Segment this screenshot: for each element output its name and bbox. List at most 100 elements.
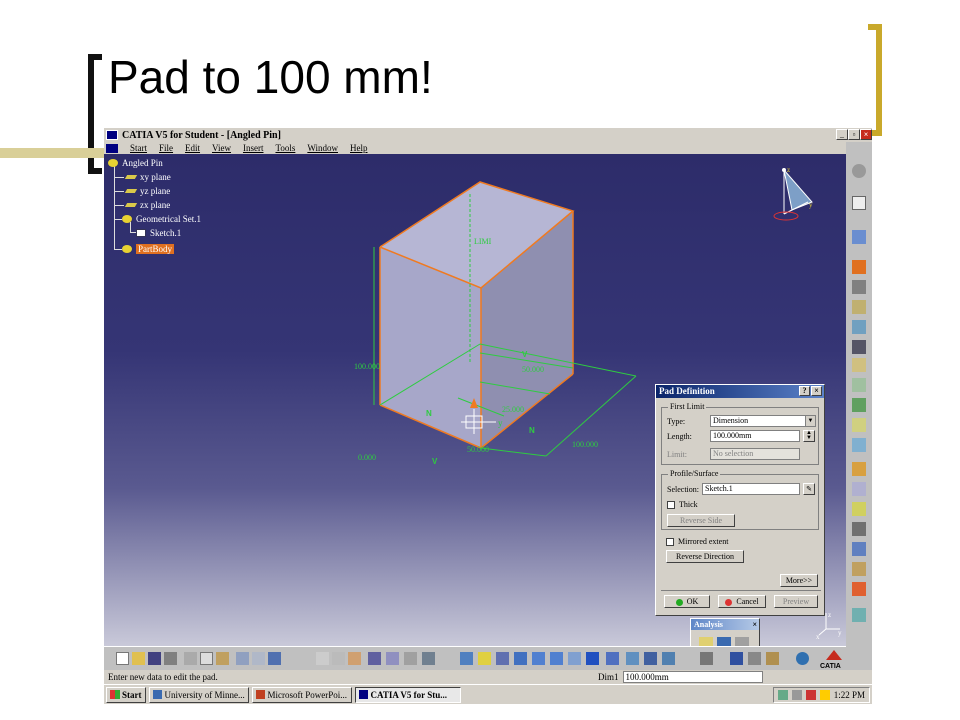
hole-icon[interactable]: [852, 340, 866, 354]
dim-origin-label[interactable]: 0.000: [358, 453, 376, 462]
more-button[interactable]: More>>: [780, 574, 818, 587]
dim-width-top-label[interactable]: 50.000: [522, 365, 544, 374]
type-dropdown[interactable]: Dimension ▼: [710, 415, 816, 427]
paste-icon[interactable]: [216, 652, 229, 665]
copy-icon[interactable]: [200, 652, 213, 665]
parameter-icon[interactable]: [348, 652, 361, 665]
menu-help[interactable]: Help: [350, 143, 368, 153]
print-icon[interactable]: [164, 652, 177, 665]
catalog-icon[interactable]: [386, 652, 399, 665]
dim-bottom-label[interactable]: 50.000: [467, 445, 489, 454]
dim-mid-label[interactable]: 25.000: [502, 405, 524, 414]
menu-tools[interactable]: Tools: [275, 143, 295, 153]
swap-visible-space-icon[interactable]: [662, 652, 675, 665]
window-titlebar[interactable]: CATIA V5 for Student - [Angled Pin] _ ▫ …: [104, 128, 872, 142]
constraint-icon[interactable]: [766, 652, 779, 665]
fit-all-icon[interactable]: [478, 652, 491, 665]
whats-this-icon[interactable]: [268, 652, 281, 665]
pocket-icon[interactable]: [852, 280, 866, 294]
sketcher-icon[interactable]: [852, 164, 866, 178]
scaling-icon[interactable]: [852, 582, 866, 596]
network-icon[interactable]: [777, 689, 788, 700]
normal-view-icon[interactable]: [568, 652, 581, 665]
groove-icon[interactable]: [852, 320, 866, 334]
select-icon[interactable]: [852, 196, 866, 210]
formula-icon[interactable]: [316, 652, 329, 665]
thickness-icon[interactable]: [852, 502, 866, 516]
dim-height-label[interactable]: 100.000: [354, 362, 380, 371]
mirrored-extent-checkbox[interactable]: [666, 538, 674, 546]
task-powerpoint[interactable]: Microsoft PowerPoi...: [251, 686, 352, 703]
close-button[interactable]: ×: [860, 129, 872, 140]
menu-start[interactable]: Start: [130, 143, 147, 153]
shell-icon[interactable]: [852, 482, 866, 496]
filter-icon[interactable]: [422, 652, 435, 665]
printer-icon[interactable]: [791, 689, 802, 700]
thick-checkbox[interactable]: [667, 501, 675, 509]
3d-viewport[interactable]: Angled Pin xy plane yz plane zx plane Ge…: [104, 154, 846, 658]
pad-icon[interactable]: [852, 260, 866, 274]
draft-icon[interactable]: [852, 462, 866, 476]
zoom-in-icon[interactable]: [532, 652, 545, 665]
document-icon[interactable]: [106, 143, 118, 153]
chevron-down-icon[interactable]: ▼: [805, 416, 815, 426]
antivirus-icon[interactable]: [805, 689, 816, 700]
dim-depth-label[interactable]: 100.000: [572, 440, 598, 449]
menu-view[interactable]: View: [212, 143, 231, 153]
maximize-button[interactable]: ▫: [848, 129, 860, 140]
save-icon[interactable]: [148, 652, 161, 665]
ok-button[interactable]: OK: [664, 595, 710, 608]
redo-icon[interactable]: [252, 652, 265, 665]
update-icon[interactable]: [748, 652, 761, 665]
material-icon[interactable]: [852, 608, 866, 622]
limit-input[interactable]: No selection: [710, 448, 800, 460]
fly-mode-icon[interactable]: [460, 652, 473, 665]
length-spinner[interactable]: ▲ ▼: [803, 430, 815, 442]
tools-icon[interactable]: [700, 652, 713, 665]
slot-icon[interactable]: [852, 378, 866, 392]
render-style-icon[interactable]: [626, 652, 639, 665]
pan-icon[interactable]: [496, 652, 509, 665]
dialog-help-button[interactable]: ?: [799, 386, 810, 396]
menu-insert[interactable]: Insert: [243, 143, 264, 153]
dim-value-input[interactable]: 100.000mm: [622, 671, 763, 683]
selection-input[interactable]: Sketch.1: [702, 483, 800, 495]
task-university-of-minnesota[interactable]: University of Minne...: [148, 686, 249, 703]
new-file-icon[interactable]: [116, 652, 129, 665]
compass-icon[interactable]: z y: [768, 162, 822, 232]
analysis-titlebar[interactable]: Analysis ×: [691, 619, 759, 630]
zoom-out-icon[interactable]: [550, 652, 563, 665]
rotate-icon[interactable]: [514, 652, 527, 665]
undo-icon[interactable]: [236, 652, 249, 665]
sketch-icon[interactable]: [852, 230, 866, 244]
dialog-close-button[interactable]: ×: [811, 386, 822, 396]
measure-icon[interactable]: [404, 652, 417, 665]
knowledge-icon[interactable]: [332, 652, 345, 665]
mirror-icon[interactable]: [852, 542, 866, 556]
clock[interactable]: 1:22 PM: [834, 690, 865, 700]
minimize-button[interactable]: _: [836, 129, 848, 140]
catia-web-icon[interactable]: [796, 652, 809, 665]
pattern-icon[interactable]: [852, 562, 866, 576]
menu-window[interactable]: Window: [307, 143, 338, 153]
reverse-direction-button[interactable]: Reverse Direction: [666, 550, 744, 563]
reverse-side-button[interactable]: Reverse Side: [667, 514, 735, 527]
start-button[interactable]: Start: [106, 686, 146, 703]
volume-icon[interactable]: [819, 689, 830, 700]
cut-icon[interactable]: [184, 652, 197, 665]
dialog-titlebar[interactable]: Pad Definition ? ×: [656, 385, 824, 398]
sketch-edit-icon[interactable]: ✎: [803, 483, 815, 495]
table-icon[interactable]: [368, 652, 381, 665]
shaft-icon[interactable]: [852, 300, 866, 314]
rib-icon[interactable]: [852, 358, 866, 372]
hide-show-icon[interactable]: [644, 652, 657, 665]
sketch-analysis-icon[interactable]: [730, 652, 743, 665]
analysis-close-icon[interactable]: ×: [752, 619, 757, 630]
menu-edit[interactable]: Edit: [185, 143, 200, 153]
isometric-view-icon[interactable]: [606, 652, 619, 665]
loft-icon[interactable]: [852, 398, 866, 412]
preview-button[interactable]: Preview: [774, 595, 818, 608]
menu-file[interactable]: File: [159, 143, 173, 153]
fillet-icon[interactable]: [852, 418, 866, 432]
cancel-button[interactable]: Cancel: [718, 595, 766, 608]
